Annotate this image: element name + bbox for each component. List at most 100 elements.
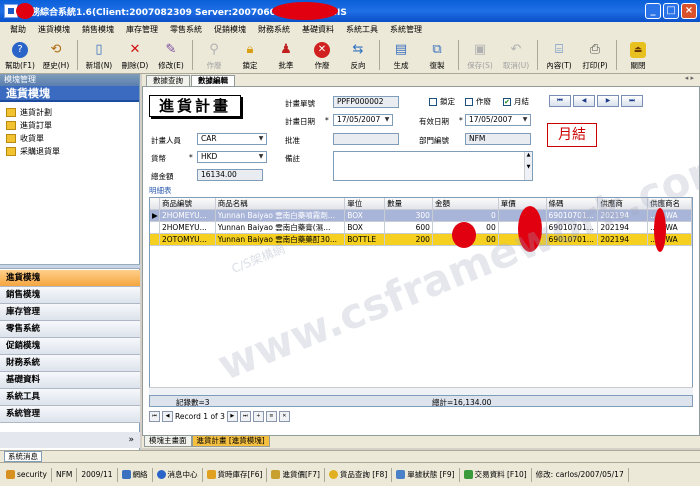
sidebar-item-receipt[interactable]: 收貨單: [6, 132, 133, 145]
grid-col-header[interactable]: 單位: [345, 198, 386, 209]
tab-data-query[interactable]: 數據查詢: [146, 75, 190, 86]
menu-help[interactable]: 幫助: [4, 24, 32, 35]
grid-cell[interactable]: Yunnan Baiyao 雲南白藥噴霧劑...: [216, 210, 346, 221]
dept-field[interactable]: NFM: [465, 133, 531, 145]
grid-cell[interactable]: 600: [385, 222, 433, 233]
remark-textarea[interactable]: ▲ ▼: [333, 151, 533, 181]
help-button[interactable]: ? 幫助(F1): [2, 36, 38, 74]
grid-cell[interactable]: 202194: [598, 234, 649, 245]
generate-button[interactable]: ▤ 生成: [383, 36, 419, 74]
grid-cell[interactable]: BOTTLE: [345, 234, 386, 245]
sidebar-splitter[interactable]: [0, 264, 140, 269]
module-basic-data[interactable]: 基礎資料: [0, 372, 140, 389]
void-button[interactable]: ⚲ 作廢: [196, 36, 232, 74]
pager-delete-icon[interactable]: ✕: [278, 410, 290, 422]
minimize-button[interactable]: _: [645, 3, 661, 19]
lock-checkbox[interactable]: 鎖定: [429, 96, 455, 107]
grid-cell[interactable]: Yunnan Baiyao 雲南白藥膏(濕...: [216, 222, 346, 233]
module-system-tools[interactable]: 系統工具: [0, 389, 140, 406]
menu-inventory[interactable]: 庫存管理: [120, 24, 164, 35]
status-purchase-price[interactable]: 進貨價[F7]: [267, 467, 325, 482]
planner-field[interactable]: CAR ▼: [197, 133, 267, 145]
pager-add-icon[interactable]: +: [252, 410, 264, 422]
remark-scrollbar[interactable]: ▲ ▼: [524, 152, 532, 180]
next-record-button[interactable]: ▶: [597, 95, 619, 107]
total-field[interactable]: 16134.00: [197, 169, 263, 181]
menu-basic-data[interactable]: 基礎資料: [296, 24, 340, 35]
cancel-void-button[interactable]: ✕ 作廢: [304, 36, 340, 74]
sidebar-item-purchase-return[interactable]: 采購退貨單: [6, 145, 133, 158]
undo-button[interactable]: ↶ 取消(U): [498, 36, 534, 74]
copy-button[interactable]: ⧉ 復製: [419, 36, 455, 74]
menu-promotion[interactable]: 促銷模塊: [208, 24, 252, 35]
module-inventory[interactable]: 庫存管理: [0, 304, 140, 321]
grid-col-header[interactable]: 條碼: [547, 198, 599, 209]
monthly-checkbox[interactable]: ✔ 月結: [503, 96, 529, 107]
table-row[interactable]: 2OTOMYU... Yunnan Baiyao 雲南白藥藥酊30... BOT…: [150, 234, 692, 246]
grid-cell[interactable]: 200: [385, 234, 433, 245]
new-button[interactable]: ▯ 新增(N): [81, 36, 117, 74]
grid-cell[interactable]: 0: [433, 210, 499, 221]
status-doc-state[interactable]: 單據狀態 [F9]: [392, 467, 460, 482]
menu-retail[interactable]: 零售系統: [164, 24, 208, 35]
reverse-button[interactable]: ⇆ 反向: [340, 36, 376, 74]
valid-date-field[interactable]: 17/05/2007 ▼: [465, 114, 531, 126]
approve-field[interactable]: [333, 133, 399, 145]
tab-module-main[interactable]: 模塊主畫面: [144, 436, 192, 447]
content-button[interactable]: ⌸ 內容(T): [541, 36, 577, 74]
status-network[interactable]: 網絡: [118, 467, 153, 482]
grid-cell[interactable]: BOX: [345, 210, 386, 221]
module-finance[interactable]: 財務系統: [0, 355, 140, 372]
save-button[interactable]: ▣ 保存(S): [462, 36, 498, 74]
dropdown-arrow-icon[interactable]: ▼: [256, 134, 266, 144]
approve-button[interactable]: ♟ 批準: [268, 36, 304, 74]
void-checkbox[interactable]: 作廢: [465, 96, 491, 107]
grid-cell[interactable]: 2OTOMYU...: [160, 234, 216, 245]
grid-cell[interactable]: 202194: [598, 222, 649, 233]
menu-purchase[interactable]: 進貨模塊: [32, 24, 76, 35]
menu-finance[interactable]: 財務系統: [252, 24, 296, 35]
module-sales[interactable]: 銷售模塊: [0, 287, 140, 304]
dropdown-arrow-icon[interactable]: ▼: [382, 115, 392, 125]
maximize-button[interactable]: □: [663, 3, 679, 19]
plan-no-field[interactable]: PPFP000002: [333, 96, 399, 108]
prev-record-button[interactable]: ◀: [573, 95, 595, 107]
tab-data-edit[interactable]: 數據編輯: [191, 75, 235, 86]
grid-col-header[interactable]: 單價: [499, 198, 547, 209]
grid-cell[interactable]: 202194: [598, 210, 649, 221]
print-button[interactable]: ⎙ 打印(P): [577, 36, 613, 74]
plan-date-field[interactable]: 17/05/2007 ▼: [333, 114, 393, 126]
history-button[interactable]: ⟲ 歷史(H): [38, 36, 74, 74]
last-record-button[interactable]: ⏭: [621, 95, 643, 107]
menu-system-tools[interactable]: 系統工具: [340, 24, 384, 35]
status-message-center[interactable]: 消息中心: [153, 467, 203, 482]
pager-next-icon[interactable]: ▶: [226, 410, 238, 422]
sidebar-more-button[interactable]: »: [0, 432, 140, 448]
module-purchase[interactable]: 進貨模塊: [0, 270, 140, 287]
grid-col-header[interactable]: 供應商: [598, 198, 649, 209]
pager-last-icon[interactable]: ⏭: [239, 410, 251, 422]
first-record-button[interactable]: ⏮: [549, 95, 571, 107]
edit-button[interactable]: ✎ 修改(E): [153, 36, 189, 74]
grid-cell[interactable]: 69010701...: [547, 222, 599, 233]
table-row[interactable]: ▶ 2HOMEYU... Yunnan Baiyao 雲南白藥噴霧劑... BO…: [150, 210, 692, 222]
grid-cell[interactable]: 2HOMEYU...: [160, 222, 216, 233]
grid-cell[interactable]: Yunnan Baiyao 雲南白藥藥酊30...: [216, 234, 346, 245]
grid-col-header[interactable]: 供應商名: [648, 198, 692, 209]
menu-system-admin[interactable]: 系統管理: [384, 24, 428, 35]
menu-sales[interactable]: 銷售模塊: [76, 24, 120, 35]
currency-field[interactable]: HKD ▼: [197, 151, 267, 163]
module-promotion[interactable]: 促銷模塊: [0, 338, 140, 355]
grid-cell[interactable]: BOX: [345, 222, 386, 233]
pager-edit-icon[interactable]: ≡: [265, 410, 277, 422]
table-row[interactable]: 2HOMEYU... Yunnan Baiyao 雲南白藥膏(濕... BOX …: [150, 222, 692, 234]
status-trade-data[interactable]: 交易資料 [F10]: [460, 467, 532, 482]
grid-cell[interactable]: 300: [385, 210, 433, 221]
dropdown-arrow-icon[interactable]: ▼: [520, 115, 530, 125]
pager-prev-icon[interactable]: ◀: [162, 410, 173, 422]
grid-cell[interactable]: 69010701...: [547, 210, 599, 221]
sidebar-item-purchase-order[interactable]: 進貨訂單: [6, 119, 133, 132]
status-goods-query[interactable]: 貨品查詢 [F8]: [325, 467, 393, 482]
tab-purchase-plan[interactable]: 進貨計畫 [進貨模塊]: [191, 436, 270, 447]
grid-col-header[interactable]: 數量: [385, 198, 433, 209]
